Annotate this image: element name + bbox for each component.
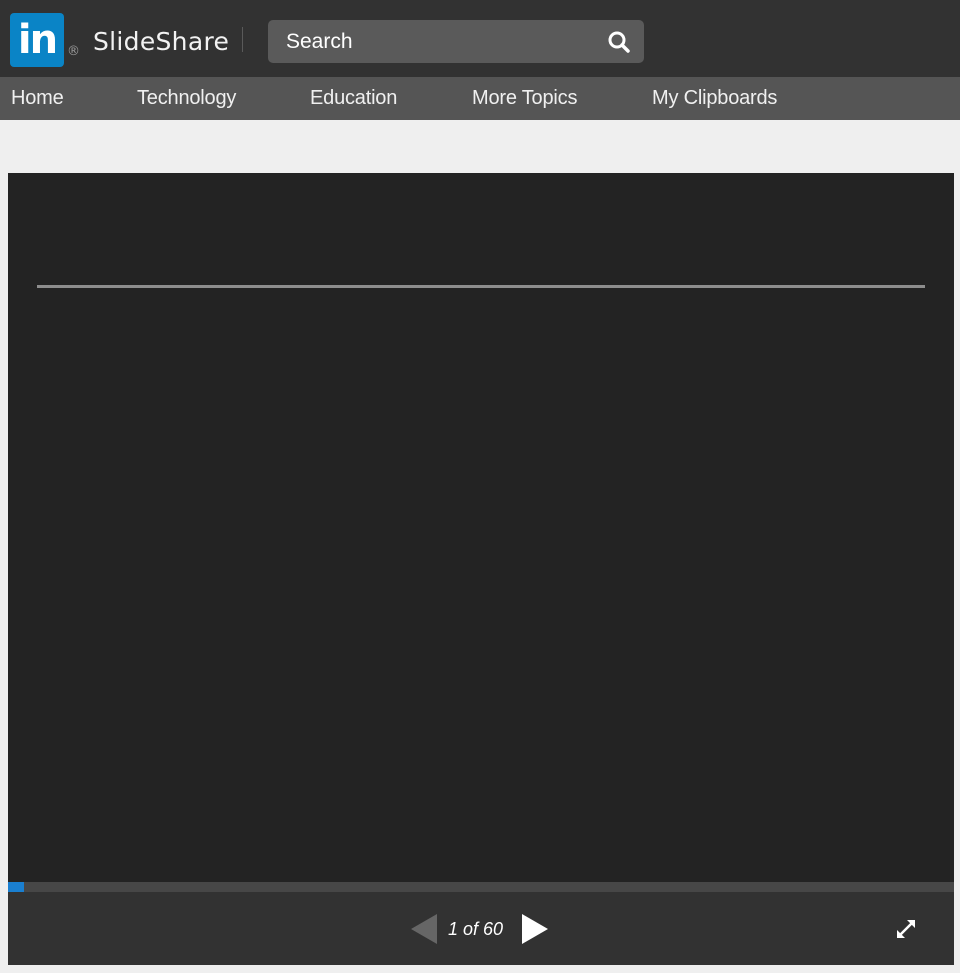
slide-progress-fill — [8, 882, 24, 892]
page-counter: 1 of 60 — [448, 919, 504, 939]
nav-item-home[interactable]: Home — [11, 77, 64, 120]
previous-slide-button[interactable] — [410, 913, 438, 945]
search-icon — [608, 31, 630, 53]
nav-item-my-clipboards[interactable]: My Clipboards — [652, 77, 777, 120]
topic-nav: Home Technology Education More Topics My… — [0, 77, 960, 120]
slide-progress-bar[interactable] — [8, 882, 954, 892]
nav-item-education[interactable]: Education — [310, 77, 397, 120]
top-header: in ® SlideShare — [0, 0, 960, 77]
fullscreen-button[interactable] — [894, 917, 918, 941]
nav-item-technology[interactable]: Technology — [137, 77, 236, 120]
registered-mark: ® — [67, 44, 80, 59]
nav-item-more-topics[interactable]: More Topics — [472, 77, 577, 120]
triangle-left-icon — [411, 914, 437, 944]
next-slide-button[interactable] — [521, 913, 549, 945]
header-divider — [242, 27, 243, 52]
search-box — [268, 20, 644, 63]
search-button[interactable] — [606, 29, 632, 55]
triangle-right-icon — [522, 914, 548, 944]
player-controls: 1 of 60 — [8, 892, 954, 965]
linkedin-logo[interactable]: in — [10, 13, 64, 67]
brand-name[interactable]: SlideShare — [93, 27, 229, 56]
expand-icon — [897, 920, 915, 938]
slide-horizontal-rule — [37, 285, 925, 288]
slide-player: 1 of 60 — [8, 173, 954, 965]
search-input[interactable] — [268, 20, 598, 63]
